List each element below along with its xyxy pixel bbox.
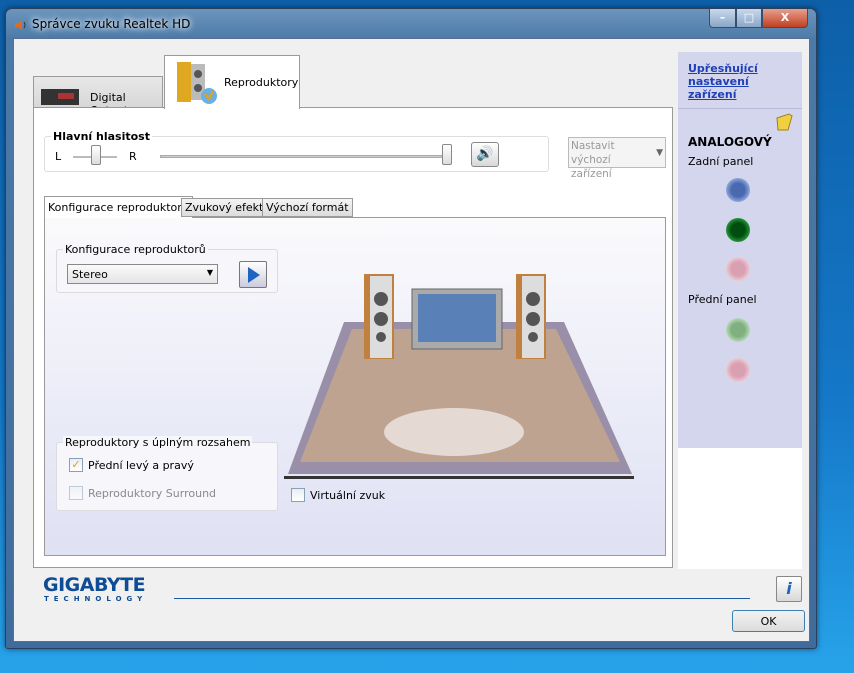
surround-checkbox-label: Reproduktory Surround (88, 487, 217, 500)
client-area: Digital Output Reproduktory Hlavní hlasi… (13, 38, 810, 642)
front-checkbox[interactable]: ✓ (69, 458, 83, 472)
analog-heading: ANALOGOVÝ (688, 135, 772, 149)
rear-jack-green[interactable] (726, 218, 750, 242)
speaker-config-group: Konfigurace reproduktorů Stereo ▼ (56, 243, 278, 293)
front-jack-green[interactable] (726, 318, 750, 342)
default-device-label: Nastavit výchozí zařízení (571, 140, 615, 180)
connector-panel-lower (678, 448, 802, 569)
subtab-sound-effect[interactable]: Zvukový efekt (181, 198, 268, 217)
info-button[interactable]: i (776, 576, 802, 602)
close-button[interactable]: X (762, 9, 808, 28)
volume-slider-thumb[interactable] (442, 144, 452, 165)
connector-panel: Upřesňující nastavení zařízení ANALOGOVÝ… (678, 52, 802, 448)
volume-label: Hlavní hlasitost (51, 130, 152, 143)
speaker-config-value: Stereo (72, 268, 108, 281)
rear-panel-label: Zadní panel (688, 155, 754, 168)
subtab-default-format[interactable]: Výchozí formát (262, 198, 353, 217)
balance-right-label: R (129, 150, 137, 163)
virtual-sound-label: Virtuální zvuk (310, 489, 386, 502)
window: Správce zvuku Realtek HD – □ X Digital O… (5, 8, 817, 649)
footer-divider (174, 598, 750, 599)
minimize-button[interactable]: – (709, 9, 736, 28)
window-title: Správce zvuku Realtek HD (32, 17, 191, 31)
front-panel-label: Přední panel (688, 293, 757, 306)
mute-button[interactable]: 🔊 (471, 142, 499, 167)
front-jack-pink[interactable] (726, 358, 750, 382)
play-test-button[interactable] (239, 261, 267, 288)
subtab-speaker-config[interactable]: Konfigurace reproduktorů (44, 196, 193, 218)
advanced-settings-link[interactable]: Upřesňující nastavení zařízení (688, 62, 798, 101)
front-checkbox-label: Přední levý a pravý (88, 459, 194, 472)
chevron-down-icon: ▼ (656, 148, 663, 158)
surround-checkbox[interactable] (69, 486, 83, 500)
fullrange-group: Reproduktory s úplným rozsahem ✓ Přední … (56, 436, 278, 511)
folder-icon[interactable] (774, 112, 794, 132)
gigabyte-logo: GIGABYTE (43, 574, 146, 596)
speakers-icon (177, 62, 217, 104)
receiver-icon (41, 89, 79, 105)
gigabyte-logo-sub: TECHNOLOGY (44, 595, 148, 603)
rear-jack-blue[interactable] (726, 178, 750, 202)
speaker-icon (15, 20, 26, 30)
volume-slider-track[interactable] (160, 155, 450, 158)
balance-slider[interactable] (91, 145, 101, 165)
fullrange-label: Reproduktory s úplným rozsahem (63, 436, 253, 449)
play-icon (248, 267, 260, 283)
maximize-button[interactable]: □ (736, 9, 762, 28)
rear-jack-pink[interactable] (726, 257, 750, 281)
virtual-sound-checkbox[interactable] (291, 488, 305, 502)
speaker-room-illustration (284, 274, 634, 479)
volume-group: Hlavní hlasitost L R 🔊 (44, 130, 549, 172)
tab-reproduktory[interactable]: Reproduktory (164, 55, 300, 109)
speaker-config-label: Konfigurace reproduktorů (63, 243, 208, 256)
balance-left-label: L (55, 150, 62, 163)
speaker-config-select[interactable]: Stereo ▼ (67, 264, 218, 284)
default-device-dropdown[interactable]: Nastavit výchozí zařízení ▼ (568, 137, 666, 180)
tab-label: Reproduktory (224, 76, 299, 89)
ok-button[interactable]: OK (732, 610, 805, 632)
chevron-down-icon: ▼ (206, 268, 213, 277)
